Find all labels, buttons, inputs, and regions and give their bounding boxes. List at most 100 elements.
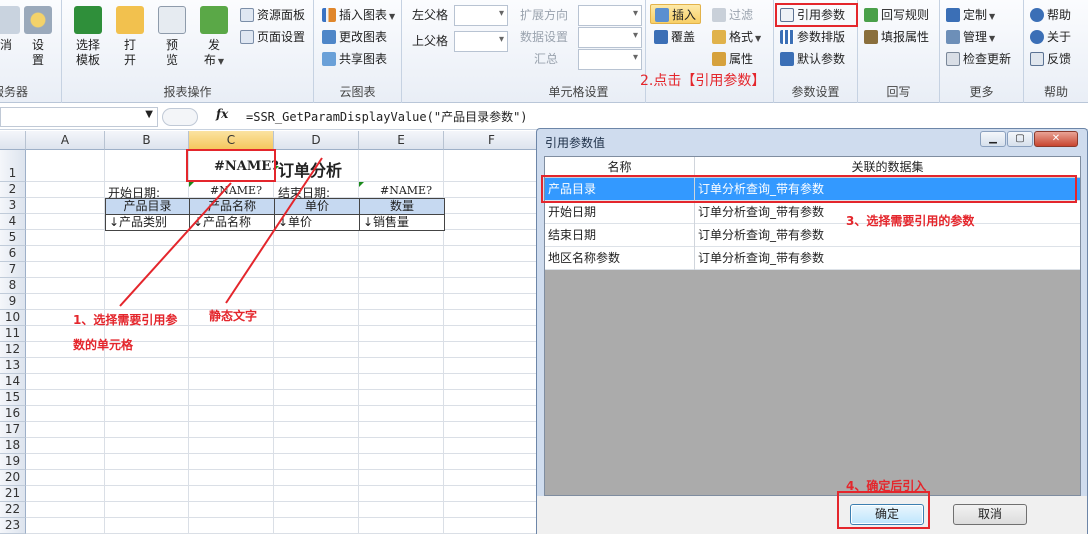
select-all-corner[interactable] bbox=[0, 131, 26, 150]
column-header-b[interactable]: B bbox=[105, 131, 189, 150]
header-product-name[interactable]: 产品名称 bbox=[189, 198, 275, 215]
expand-direction-combo[interactable] bbox=[578, 5, 642, 26]
share-chart-label: 共享图表 bbox=[339, 52, 388, 66]
row-header-9[interactable]: 9 bbox=[0, 294, 26, 310]
header-quantity[interactable]: 数量 bbox=[359, 198, 445, 215]
publish-button[interactable]: 发 布 ▼ bbox=[196, 6, 232, 69]
row-header-13[interactable]: 13 bbox=[0, 358, 26, 374]
row-header-12[interactable]: 12 bbox=[0, 342, 26, 358]
row-header-4[interactable]: 4 bbox=[0, 214, 26, 230]
param-row-region[interactable]: 地区名称参数 订单分析查询_带有参数 bbox=[545, 247, 1080, 270]
minimize-icon[interactable]: ▁ bbox=[980, 131, 1006, 147]
open-button[interactable]: 打 开 bbox=[112, 6, 148, 68]
column-header-d[interactable]: D bbox=[274, 131, 359, 150]
row-header-11[interactable]: 11 bbox=[0, 326, 26, 342]
manage-button[interactable]: 管理 ▼ bbox=[946, 27, 995, 47]
feedback-button[interactable]: 反馈 bbox=[1030, 49, 1071, 69]
check-icon bbox=[864, 8, 878, 22]
cover-button[interactable]: 覆盖 bbox=[654, 27, 695, 47]
formula-input[interactable]: =SSR_GetParamDisplayValue("产品目录参数") bbox=[246, 108, 528, 125]
report-title[interactable]: 订单分析 bbox=[278, 157, 342, 181]
preview-label: 预 览 bbox=[165, 38, 178, 67]
name-box-dropdown-icon[interactable]: ▼ bbox=[145, 109, 153, 120]
row-header-5[interactable]: 5 bbox=[0, 230, 26, 246]
row-header-21[interactable]: 21 bbox=[0, 486, 26, 502]
select-template-button[interactable]: 选择 模板 bbox=[70, 6, 106, 68]
format-button[interactable]: 格式 ▼ bbox=[712, 27, 761, 47]
param-layout-button[interactable]: 参数排版 bbox=[780, 27, 845, 47]
help-group: 帮助 关于 反馈 帮助 bbox=[1024, 0, 1088, 103]
writeback-rules-button[interactable]: 回写规则 bbox=[864, 5, 929, 25]
check-update-label: 检查更新 bbox=[963, 52, 1012, 66]
expand-direction-label: 扩展方向 bbox=[520, 8, 569, 22]
param-layout-label: 参数排版 bbox=[797, 30, 846, 44]
row-header-10[interactable]: 10 bbox=[0, 310, 26, 326]
about-button[interactable]: 关于 bbox=[1030, 27, 1071, 47]
row-header-6[interactable]: 6 bbox=[0, 246, 26, 262]
cell-unit-price[interactable]: ↓单价 bbox=[274, 214, 360, 231]
resource-panel-button[interactable]: 资源面板 bbox=[240, 5, 305, 25]
row-header-18[interactable]: 18 bbox=[0, 438, 26, 454]
preview-button[interactable]: 预 览 bbox=[154, 6, 190, 68]
fill-property-button[interactable]: 填报属性 bbox=[864, 27, 929, 47]
property-button[interactable]: 属性 bbox=[712, 49, 753, 69]
dialog-footer: 确定 取消 bbox=[537, 496, 1087, 534]
row-header-23[interactable]: 23 bbox=[0, 518, 26, 534]
customize-button[interactable]: 定制 ▼ bbox=[946, 5, 995, 25]
row-header-7[interactable]: 7 bbox=[0, 262, 26, 278]
row-header-15[interactable]: 15 bbox=[0, 390, 26, 406]
row-header-3[interactable]: 3 bbox=[0, 198, 26, 214]
maximize-icon[interactable]: ▢ bbox=[1007, 131, 1033, 147]
change-chart-button[interactable]: 更改图表 bbox=[322, 27, 387, 47]
start-date-value[interactable]: #NAME? bbox=[210, 184, 262, 197]
data-setting-combo[interactable] bbox=[578, 27, 642, 48]
column-header-a[interactable]: A bbox=[26, 131, 105, 150]
name-box[interactable]: ▼ bbox=[0, 107, 158, 127]
row-header-22[interactable]: 22 bbox=[0, 502, 26, 518]
left-parent-label: 左父格 bbox=[412, 8, 449, 22]
writeback-label: 回写 bbox=[886, 85, 911, 99]
row-header-17[interactable]: 17 bbox=[0, 422, 26, 438]
row-header-20[interactable]: 20 bbox=[0, 470, 26, 486]
column-header-f[interactable]: F bbox=[444, 131, 540, 150]
header-product-catalog[interactable]: 产品目录 bbox=[105, 198, 190, 215]
column-header-c[interactable]: C bbox=[189, 131, 274, 150]
help-button[interactable]: 帮助 bbox=[1030, 5, 1071, 25]
insert-button[interactable]: 插入 bbox=[650, 4, 702, 24]
share-chart-icon bbox=[322, 52, 336, 66]
summary-combo[interactable] bbox=[578, 49, 642, 70]
left-parent-combo[interactable] bbox=[454, 5, 508, 26]
param-row-end-date[interactable]: 结束日期 订单分析查询_带有参数 bbox=[545, 224, 1080, 247]
close-icon[interactable]: ✕ bbox=[1034, 131, 1078, 147]
row-header-16[interactable]: 16 bbox=[0, 406, 26, 422]
cell-product-name[interactable]: ↓产品名称 bbox=[189, 214, 275, 231]
default-param-label: 默认参数 bbox=[797, 52, 846, 66]
parent-cells-group: 左父格 上父格 bbox=[402, 0, 512, 103]
filter-button[interactable]: 过滤 bbox=[712, 5, 753, 25]
row-header-2[interactable]: 2 bbox=[0, 182, 26, 198]
cancel-button[interactable]: 取消 bbox=[953, 504, 1027, 525]
share-chart-button[interactable]: 共享图表 bbox=[322, 49, 387, 69]
row-header-14[interactable]: 14 bbox=[0, 374, 26, 390]
cell-sales-volume[interactable]: ↓销售量 bbox=[359, 214, 445, 231]
param-dataset: 订单分析查询_带有参数 bbox=[698, 251, 825, 265]
param-row-start-date[interactable]: 开始日期 订单分析查询_带有参数 bbox=[545, 201, 1080, 224]
default-param-button[interactable]: 默认参数 bbox=[780, 49, 845, 69]
row-header-19[interactable]: 19 bbox=[0, 454, 26, 470]
publish-icon bbox=[200, 6, 228, 34]
check-update-button[interactable]: 检查更新 bbox=[946, 49, 1011, 69]
top-parent-combo[interactable] bbox=[454, 31, 508, 52]
header-unit-price[interactable]: 单价 bbox=[274, 198, 360, 215]
selected-row-highlight bbox=[541, 175, 1077, 203]
row-header-8[interactable]: 8 bbox=[0, 278, 26, 294]
end-date-value[interactable]: #NAME? bbox=[380, 184, 432, 197]
row-header-1[interactable]: 1 bbox=[0, 150, 26, 182]
fx-icon[interactable]: fx bbox=[216, 107, 228, 121]
top-parent-label: 上父格 bbox=[412, 34, 449, 48]
cell-product-category[interactable]: ↓产品类别 bbox=[105, 214, 190, 231]
insert-chart-button[interactable]: 插入图表 ▼ bbox=[322, 5, 395, 25]
formula-bar-expander[interactable] bbox=[162, 108, 198, 126]
settings-button[interactable]: 设 置 bbox=[20, 6, 56, 68]
page-setup-button[interactable]: 页面设置 bbox=[240, 27, 305, 47]
column-header-e[interactable]: E bbox=[359, 131, 444, 150]
